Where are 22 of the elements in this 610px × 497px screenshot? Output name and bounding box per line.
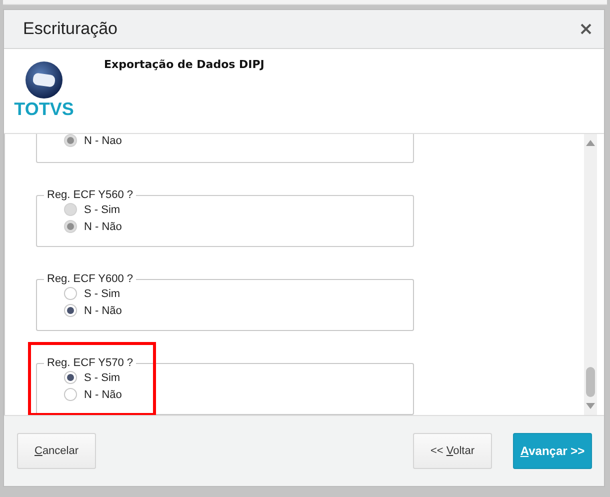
wizard-subtitle: Exportação de Dados DIPJ (104, 58, 264, 73)
scroll-down-icon[interactable] (586, 403, 595, 409)
radio-label[interactable]: S - Sim (84, 288, 120, 300)
scrollbar-thumb[interactable] (586, 367, 595, 397)
radio-button[interactable] (64, 388, 77, 401)
group-label: Reg. ECF Y600 ? (46, 273, 134, 285)
radio-button[interactable] (64, 287, 77, 300)
radio-label[interactable]: N - Não (84, 304, 122, 316)
logo-text: TOTVS (14, 99, 74, 119)
scroll-up-icon[interactable] (586, 140, 595, 146)
cancel-button[interactable]: Cancelar (17, 433, 96, 469)
close-icon[interactable] (578, 21, 594, 37)
back-button[interactable]: << Voltar (413, 433, 492, 469)
window-title: Escrituração (23, 19, 118, 39)
logo-icon (24, 61, 64, 99)
radio-label[interactable]: N - Não (84, 388, 122, 400)
group-label: Reg. ECF Y570 ? (46, 357, 134, 369)
radio-button[interactable] (64, 304, 77, 317)
radio-label[interactable]: S - Sim (84, 372, 120, 384)
radio-button[interactable] (64, 371, 77, 384)
group-label: Reg. ECF Y560 ? (46, 189, 134, 201)
scrollbar[interactable] (584, 134, 597, 415)
